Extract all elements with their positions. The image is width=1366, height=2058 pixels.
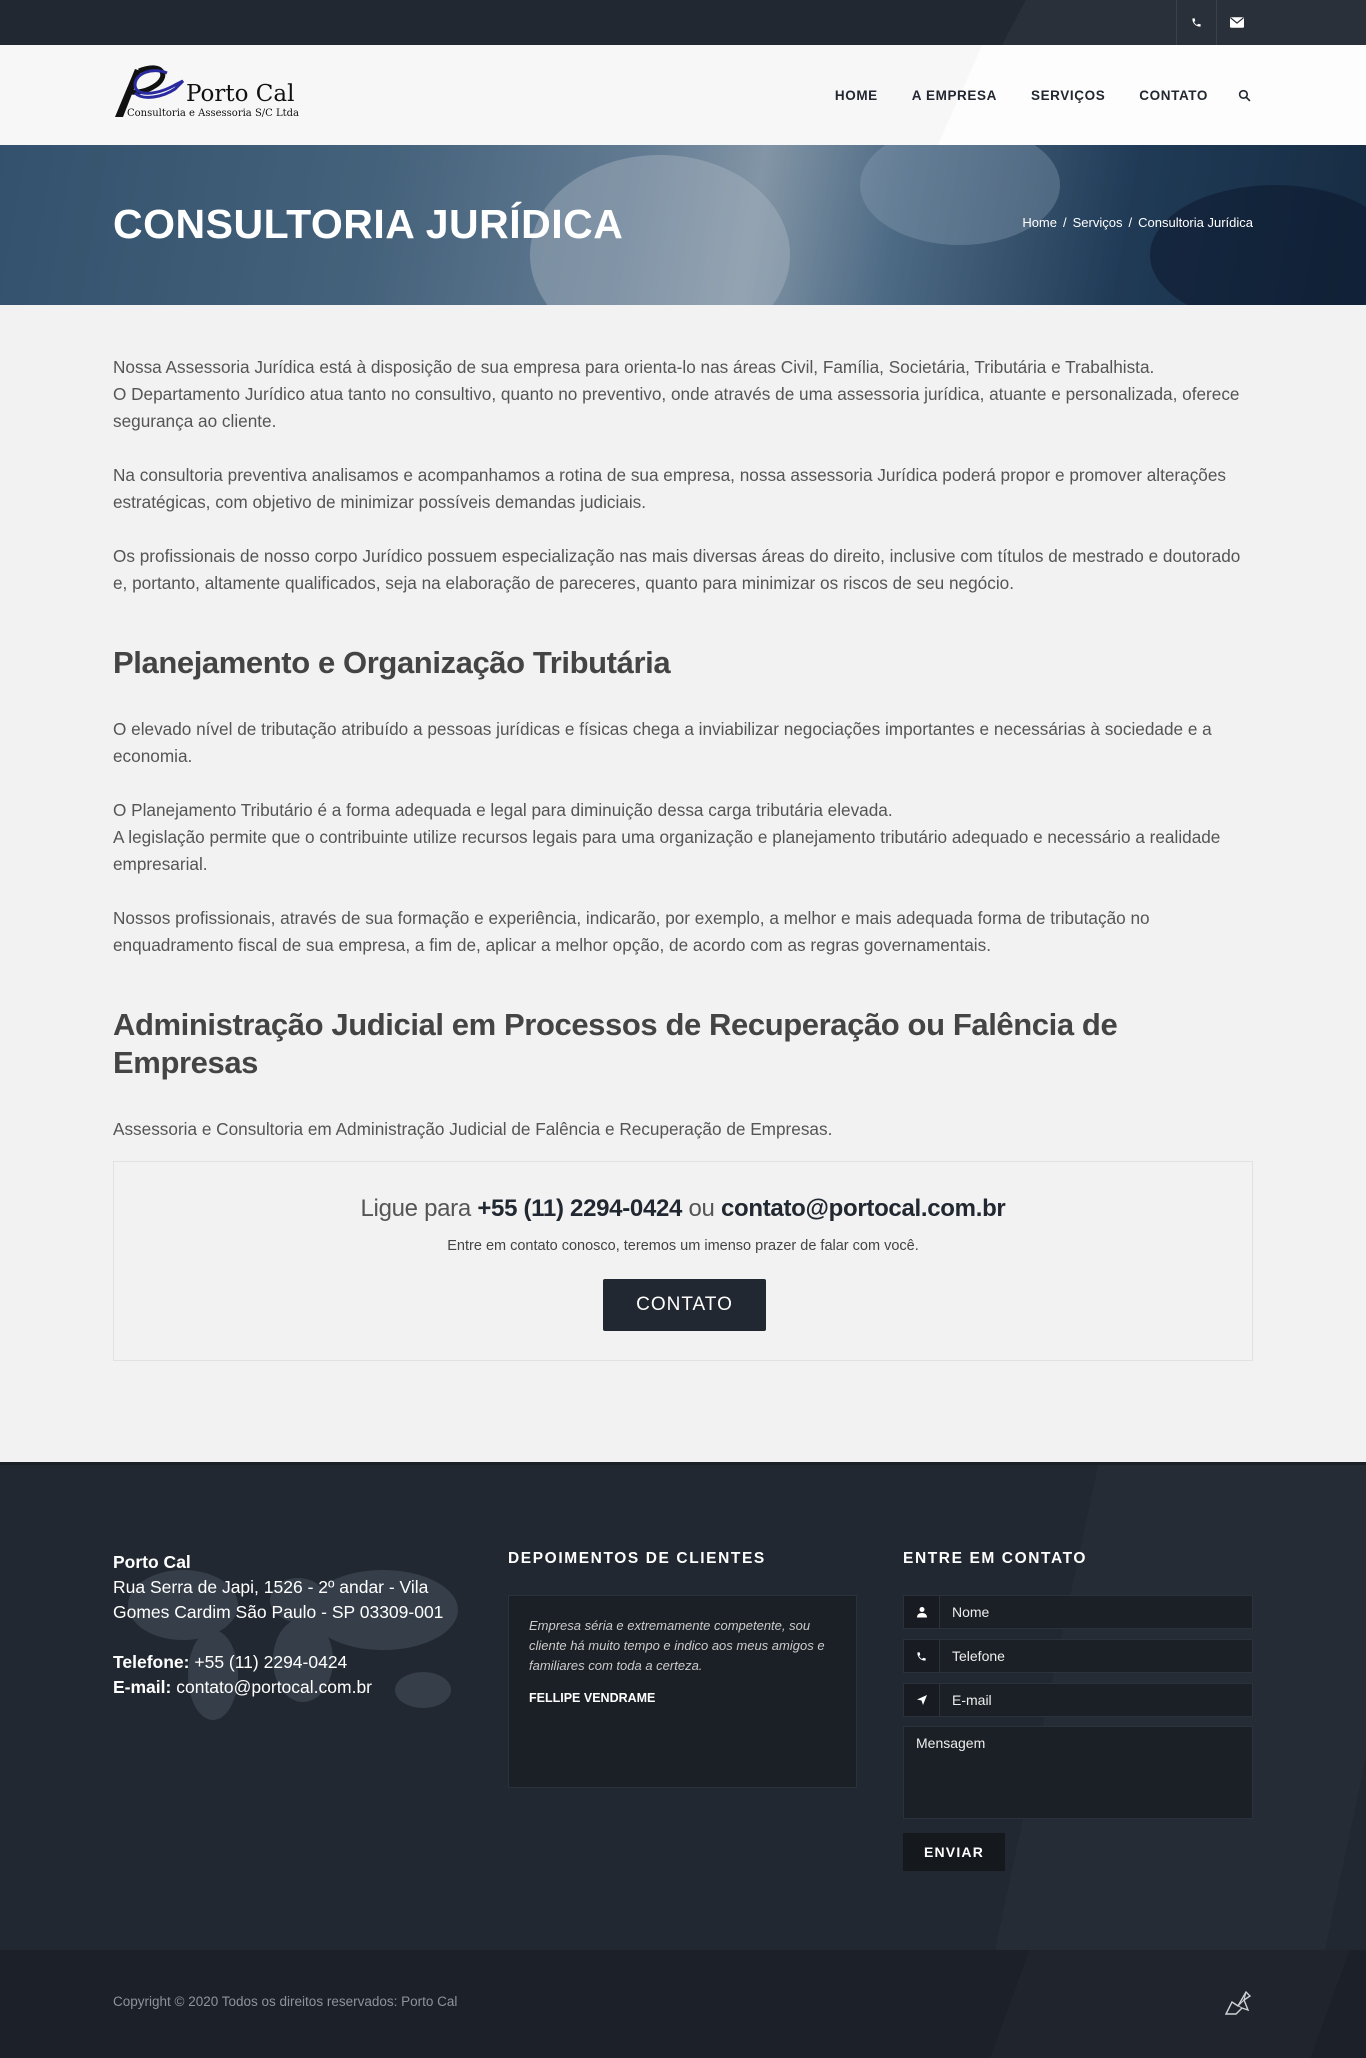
footer-address: Porto Cal Rua Serra de Japi, 1526 - 2º a… <box>113 1550 453 1700</box>
nav-item-servicos[interactable]: SERVIÇOS <box>1031 88 1105 103</box>
breadcrumb-separator: / <box>1063 215 1067 230</box>
bottom-bar: Copyright © 2020 Todos os direitos reser… <box>0 1950 1366 2058</box>
copyright-text: Copyright © 2020 Todos os direitos reser… <box>113 1994 458 2009</box>
phone-icon <box>904 1640 940 1672</box>
footer-phone[interactable]: +55 (11) 2294-0424 <box>194 1652 347 1672</box>
user-icon <box>904 1596 940 1628</box>
breadcrumb-separator: / <box>1128 215 1133 230</box>
footer-email-line: E-mail: contato@portocal.com.br <box>113 1675 453 1700</box>
cta-joiner: ou <box>688 1195 715 1222</box>
section-paragraph: O elevado nível de tributação atribuído … <box>113 719 1212 766</box>
email-input[interactable] <box>940 1684 1252 1716</box>
name-input[interactable] <box>940 1596 1252 1628</box>
footer-phone-label: Telefone: <box>113 1652 190 1672</box>
search-icon[interactable] <box>1238 87 1254 103</box>
cta-headline: Ligue para +55 (11) 2294-0424 ou contato… <box>114 1195 1252 1223</box>
send-icon <box>904 1684 940 1716</box>
cta-subtitle: Entre em contato conosco, teremos um ime… <box>447 1238 919 1254</box>
breadcrumb: Home / Serviços / Consultoria Jurídica <box>1022 215 1253 230</box>
footer-email-label: E-mail: <box>113 1677 172 1697</box>
site-footer: Porto Cal Rua Serra de Japi, 1526 - 2º a… <box>0 1462 1366 1950</box>
page-banner: CONSULTORIA JURÍDICA Home / Serviços / C… <box>0 145 1366 305</box>
section-paragraph: A legislação permite que o contribuinte … <box>113 827 1221 874</box>
logo-subtitle: Consultoria e Assessoria S/C Ltda <box>127 108 300 119</box>
logo-name: Porto Cal <box>186 81 295 107</box>
intro-paragraph: Na consultoria preventiva analisamos e a… <box>113 465 1227 512</box>
cta-prefix: Ligue para <box>360 1195 472 1222</box>
testimonial-quote: Empresa séria e extremamente competente,… <box>529 1618 825 1673</box>
cta-email[interactable]: contato@portocal.com.br <box>721 1195 1006 1222</box>
nav-item-a-empresa[interactable]: A EMPRESA <box>912 88 997 103</box>
top-bar-decoration <box>972 0 1366 45</box>
bottom-bar-decoration <box>990 1950 1350 2058</box>
footer-street: Rua Serra de Japi, 1526 - 2º andar - Vil… <box>113 1577 444 1622</box>
nav-item-contato[interactable]: CONTATO <box>1139 88 1208 103</box>
testimonials-title: DEPOIMENTOS DE CLIENTES <box>508 1550 766 1567</box>
intro-paragraph: Os profissionais de nosso corpo Jurídico… <box>113 546 1241 593</box>
main-nav: HOME A EMPRESA SERVIÇOS CONTATO <box>801 45 1254 145</box>
breadcrumb-current: Consultoria Jurídica <box>1138 215 1253 230</box>
message-textarea[interactable] <box>903 1726 1253 1819</box>
name-field <box>903 1595 1253 1629</box>
top-bar <box>0 0 1366 45</box>
site-header: Porto Cal Consultoria e Assessoria S/C L… <box>0 45 1366 145</box>
contact-form-title: ENTRE EM CONTATO <box>903 1550 1088 1567</box>
breadcrumb-servicos[interactable]: Serviços <box>1073 215 1123 230</box>
enviar-button[interactable]: ENVIAR <box>903 1833 1005 1871</box>
phone-input[interactable] <box>940 1640 1252 1672</box>
main-content: Nossa Assessoria Jurídica está à disposi… <box>113 354 1253 1143</box>
contato-button[interactable]: CONTATO <box>603 1279 766 1331</box>
section-heading-administracao: Administração Judicial em Processos de R… <box>113 1007 1118 1080</box>
breadcrumb-home[interactable]: Home <box>1022 215 1057 230</box>
section-paragraph: Assessoria e Consultoria em Administraçã… <box>113 1119 833 1139</box>
testimonial-card: Empresa séria e extremamente competente,… <box>508 1595 857 1788</box>
footer-phone-line: Telefone: +55 (11) 2294-0424 <box>113 1650 453 1675</box>
phone-icon[interactable] <box>1176 0 1216 45</box>
email-icon[interactable] <box>1216 0 1256 45</box>
page-title: CONSULTORIA JURÍDICA <box>113 201 624 247</box>
phone-field <box>903 1639 1253 1673</box>
intro-paragraph: Nossa Assessoria Jurídica está à disposi… <box>113 357 1155 377</box>
footer-email[interactable]: contato@portocal.com.br <box>176 1677 372 1697</box>
intro-paragraph: O Departamento Jurídico atua tanto no co… <box>113 384 1240 431</box>
email-field <box>903 1683 1253 1717</box>
footer-company: Porto Cal <box>113 1552 191 1572</box>
cta-phone[interactable]: +55 (11) 2294-0424 <box>477 1195 682 1222</box>
contact-cta-box: Ligue para +55 (11) 2294-0424 ou contato… <box>113 1161 1253 1361</box>
developer-logo-icon[interactable] <box>1222 1986 1254 2018</box>
testimonial-author: FELLIPE VENDRAME <box>529 1691 656 1705</box>
nav-item-home[interactable]: HOME <box>835 88 878 103</box>
section-paragraph: O Planejamento Tributário é a forma adeq… <box>113 800 893 820</box>
site-logo[interactable]: Porto Cal Consultoria e Assessoria S/C L… <box>113 63 313 125</box>
section-heading-tributaria: Planejamento e Organização Tributária <box>113 645 671 680</box>
top-bar-icons <box>1176 0 1256 45</box>
section-paragraph: Nossos profissionais, através de sua for… <box>113 908 1150 955</box>
